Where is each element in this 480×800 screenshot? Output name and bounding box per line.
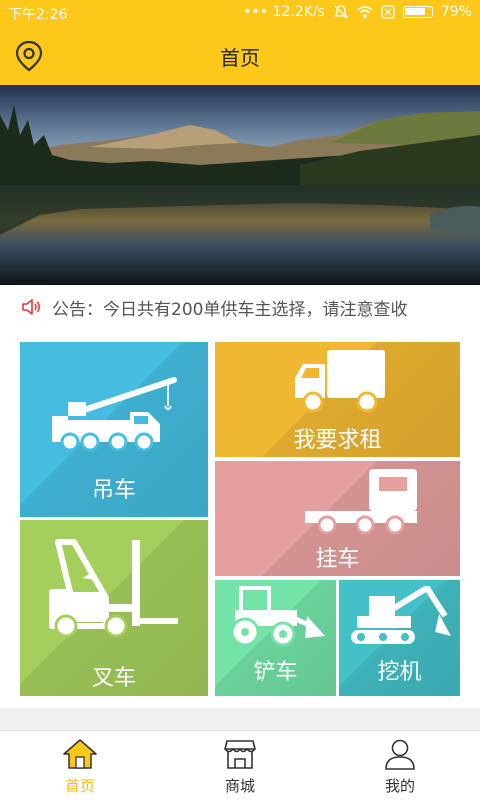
tab-profile[interactable]: 我的 [320,731,480,800]
home-icon [63,739,97,769]
category-label-crane: 吊车 [91,478,136,503]
excavator-icon [351,586,451,644]
tab-shop[interactable]: 商城 [160,731,320,800]
forklift-icon [49,539,178,638]
bottom-tab-bar: 首页 商城 我的 [0,730,480,800]
shop-icon [224,740,256,769]
network-speed: ••• 12.2K/s [243,4,325,20]
banner-image [0,85,480,285]
tab-home[interactable]: 首页 [0,731,160,800]
speaker-icon [22,299,41,315]
banner-carousel[interactable] [0,85,480,285]
section-divider [0,708,480,730]
category-trailer[interactable]: 挂车 [215,461,460,576]
notice-bar[interactable]: 公告：今日共有200单供车主选择，请注意查收 [0,285,480,329]
category-label-forklift: 叉车 [91,666,136,691]
wifi-icon [357,6,373,18]
crane-truck-icon [52,377,177,452]
category-grid: 吊车 我要求租 挂车 叉车 铲车 挖机 [20,342,460,696]
category-crane[interactable]: 吊车 [20,342,208,517]
tab-label-home: 首页 [64,777,95,795]
category-label-rent-request: 我要求租 [293,428,382,453]
page-title: 首页 [220,46,260,70]
wheel-loader-icon [230,586,325,647]
category-rent-request[interactable]: 我要求租 [215,342,460,457]
tab-label-profile: 我的 [384,777,415,795]
status-indicators: ••• 12.2K/s 79% [243,4,472,20]
battery-icon [402,6,433,18]
user-icon [385,739,415,770]
mute-bell-icon [334,5,348,19]
status-time: 下午2:26 [8,7,68,23]
category-forklift[interactable]: 叉车 [20,520,208,696]
battery-percent: 79% [440,4,472,20]
category-excavator[interactable]: 挖机 [339,580,460,696]
category-label-trailer: 挂车 [315,547,360,572]
no-sim-icon [381,5,395,19]
category-loader[interactable]: 铲车 [215,580,336,696]
status-bar: 下午2:26 ••• 12.2K/s 79% [0,0,480,25]
tab-label-shop: 商城 [224,777,255,795]
box-truck-icon [295,350,385,413]
notice-text: 公告：今日共有200单供车主选择，请注意查收 [52,299,408,320]
title-bar: 首页 [0,25,480,85]
category-label-excavator: 挖机 [377,660,422,685]
trailer-truck-icon [305,469,417,535]
category-label-loader: 铲车 [253,660,298,685]
